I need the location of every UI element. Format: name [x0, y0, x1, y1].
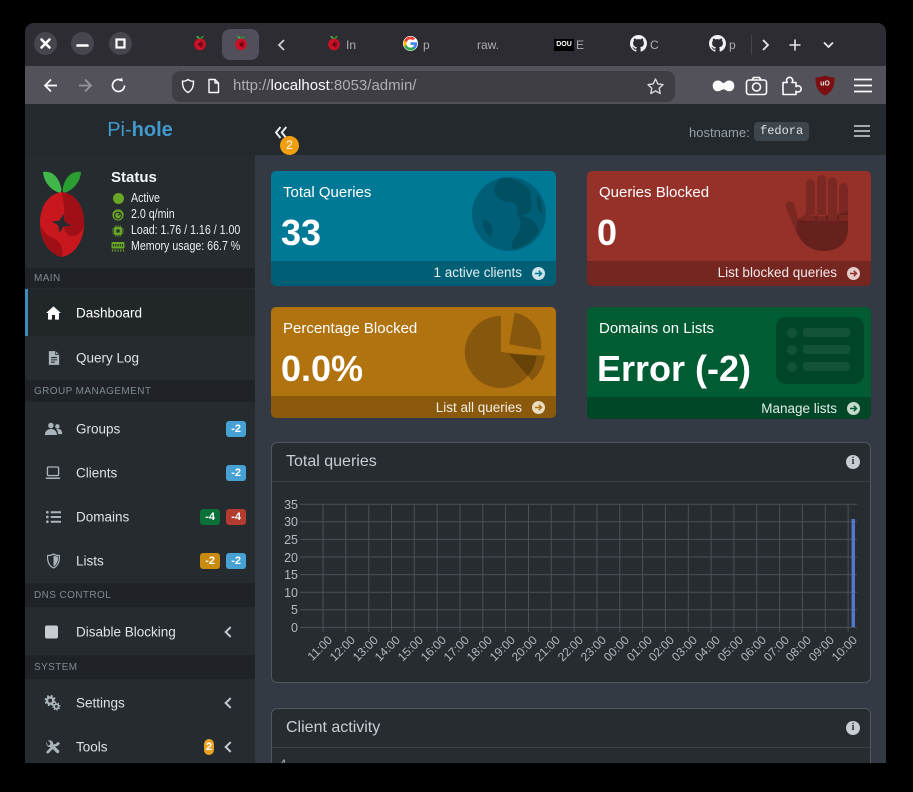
svg-text:uO: uO [820, 81, 830, 88]
